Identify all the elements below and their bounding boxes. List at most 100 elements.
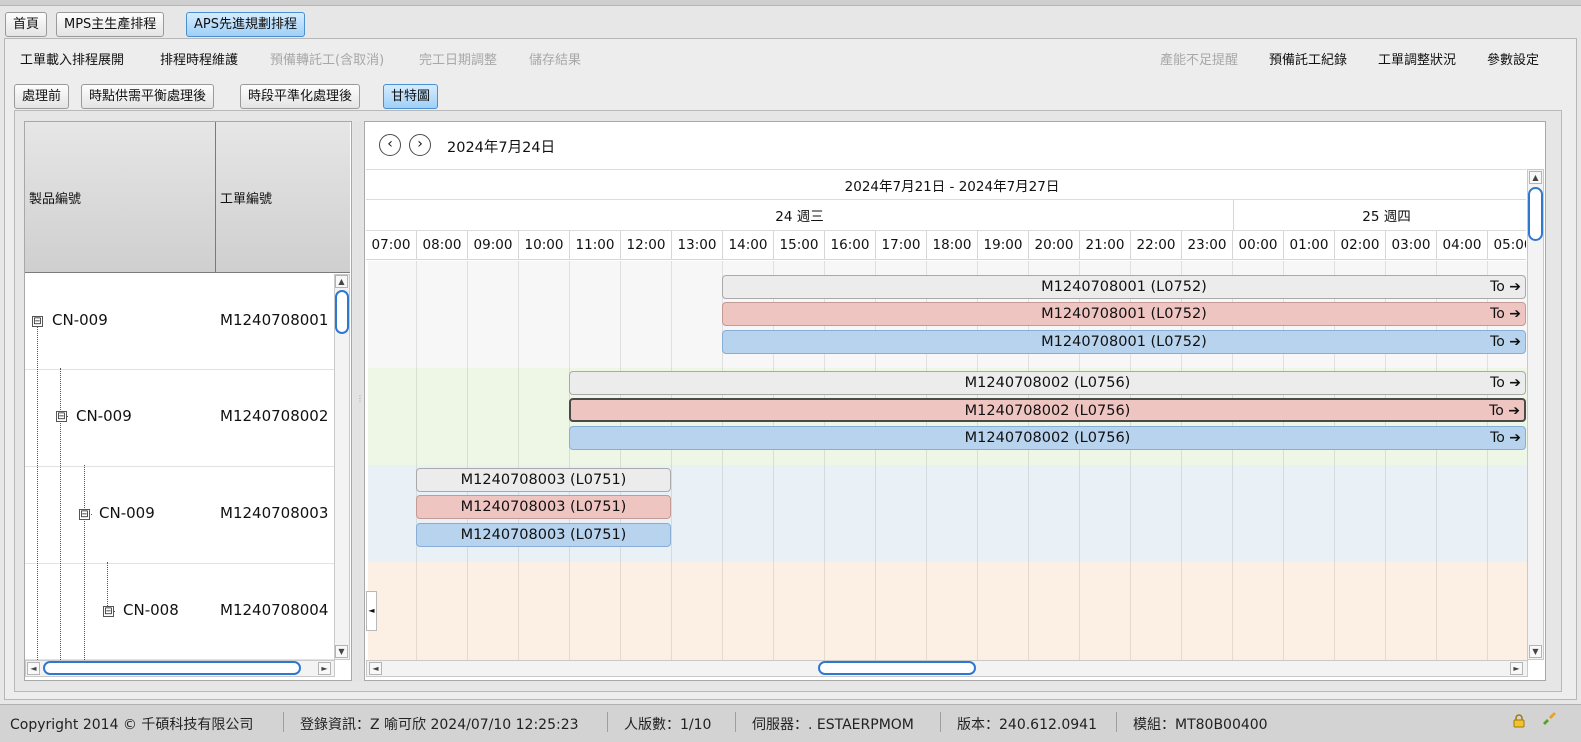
subtab-leveling[interactable]: 時段平準化處理後 [240,84,361,109]
collapse-left-panel-icon[interactable]: ◄ [366,591,377,631]
subtab-before[interactable]: 處理前 [14,84,70,109]
splitter-grip-icon[interactable]: ⋮ [356,394,364,403]
week-range-label: 2024年7月21日 - 2024年7月27日 [844,179,1060,195]
version-info: 版本：240.612.0941 [957,717,1097,733]
header-product-no[interactable]: 製品編號 [29,188,81,207]
copyright-text: Copyright 2014 © 千碩科技有限公司 [10,717,254,733]
module-info: 模組：MT80B00400 [1133,717,1268,733]
capacity-warning-button[interactable]: 產能不足提醒 [1160,52,1238,70]
status-separator [1116,712,1117,732]
product-no-cell: CN-009 [99,504,155,522]
hour-label: 01:00 [1284,231,1335,259]
continues-arrow-icon: To ➔ [1490,306,1521,322]
hour-label: 20:00 [1029,231,1080,259]
status-separator [735,712,736,732]
hour-label: 08:00 [417,231,468,259]
header-work-order-no[interactable]: 工單編號 [220,188,272,207]
hour-label: 12:00 [621,231,672,259]
continues-arrow-icon: To ➔ [1490,430,1521,446]
status-separator [940,712,941,732]
tree-line [37,326,38,660]
task-bar[interactable]: M1240708003 (L0751) [416,523,671,547]
scroll-left-icon[interactable]: ◄ [27,662,40,675]
window-top-strip [0,0,1581,6]
continues-arrow-icon: To ➔ [1490,334,1521,350]
hour-label: 02:00 [1335,231,1386,259]
next-date-icon[interactable]: › [409,134,431,156]
scroll-down-icon[interactable]: ▼ [335,645,348,658]
day-label: 24 週三 [775,209,824,225]
prepare-outsource-button[interactable]: 預備轉託工(含取消) [270,52,384,70]
subtab-gantt[interactable]: 甘特圖 [383,84,439,109]
collapse-icon[interactable]: ⊟ [103,606,114,617]
task-label: M1240708003 (L0751) [460,527,627,543]
task-bar[interactable]: M1240708002 (L0756) To ➔ [569,426,1526,450]
hour-header: 07:00 08:00 09:00 10:00 11:00 12:00 13:0… [366,231,1526,260]
collapse-icon[interactable]: ⊟ [79,509,90,520]
hour-label: 13:00 [672,231,723,259]
task-bar[interactable]: M1240708001 (L0752) To ➔ [722,330,1526,354]
continues-arrow-icon: To ➔ [1490,279,1521,295]
continues-arrow-icon: To ➔ [1490,375,1521,391]
hour-label: 09:00 [468,231,519,259]
hour-label: 10:00 [519,231,570,259]
task-bar-selected[interactable]: M1240708002 (L0756) To ➔ [569,398,1526,422]
login-info: 登錄資訊：Z 喻可欣 2024/07/10 12:25:23 [300,717,579,733]
completion-date-adjust-button[interactable]: 完工日期調整 [419,52,497,70]
collapse-icon[interactable]: ⊟ [56,411,67,422]
previous-date-icon[interactable]: ‹ [379,134,401,156]
task-bar[interactable]: M1240708003 (L0751) [416,468,671,492]
product-no-cell: CN-009 [52,311,108,329]
subtab-balance[interactable]: 時點供需平衡處理後 [81,84,215,109]
task-bar[interactable]: M1240708001 (L0752) To ➔ [722,275,1526,299]
tree-line [84,465,85,660]
workorder-adjust-status-button[interactable]: 工單調整狀況 [1378,52,1456,70]
task-label: M1240708002 (L0756) [964,403,1131,419]
hour-label: 23:00 [1182,231,1233,259]
grid-vscroll-thumb[interactable] [335,290,349,334]
work-order-cell: M1240708001 [220,311,329,329]
parameter-settings-button[interactable]: 參數設定 [1487,52,1539,70]
save-result-button[interactable]: 儲存結果 [529,52,581,70]
hour-label: 22:00 [1131,231,1182,259]
scroll-left-icon[interactable]: ◄ [369,662,382,675]
gantt-vscroll-thumb[interactable] [1528,187,1543,241]
work-order-cell: M1240708003 [220,504,329,522]
task-label: M1240708001 (L0752) [1041,334,1207,350]
scroll-up-icon[interactable]: ▲ [1529,171,1542,184]
scroll-up-icon[interactable]: ▲ [335,275,348,288]
hour-label: 17:00 [876,231,927,259]
schedule-maintenance-button[interactable]: 排程時程維護 [160,52,238,70]
scroll-right-icon[interactable]: ► [1510,662,1523,675]
tab-home[interactable]: 首頁 [5,12,48,37]
task-label: M1240708003 (L0751) [460,499,627,515]
gantt-vertical-scrollbar[interactable] [1527,169,1544,660]
scroll-right-icon[interactable]: ► [318,662,331,675]
plugin-icon[interactable] [1541,711,1557,727]
task-bar[interactable]: M1240708003 (L0751) [416,495,671,519]
hour-label: 00:00 [1233,231,1284,259]
hour-label: 19:00 [978,231,1029,259]
gantt-hscroll-thumb[interactable] [818,661,976,675]
scroll-down-icon[interactable]: ▼ [1529,645,1542,658]
continues-arrow-icon: To ➔ [1489,403,1520,419]
lock-icon[interactable] [1513,713,1525,728]
work-order-cell: M1240708002 [220,407,329,425]
grid-hscroll-thumb[interactable] [43,661,301,675]
grid-header-divider [215,122,216,273]
hour-label: 04:00 [1437,231,1488,259]
load-workorders-button[interactable]: 工單載入排程展開 [20,52,124,70]
hour-label: 16:00 [825,231,876,259]
hour-label: 03:00 [1386,231,1437,259]
hour-label: 05:00 [1488,231,1526,259]
tab-mps[interactable]: MPS主生產排程 [56,12,165,37]
outsource-record-button[interactable]: 預備託工紀錄 [1269,52,1347,70]
collapse-icon[interactable]: ⊟ [32,316,43,327]
task-label: M1240708002 (L0756) [964,430,1131,446]
task-bar[interactable]: M1240708002 (L0756) To ➔ [569,371,1526,395]
task-bar[interactable]: M1240708001 (L0752) To ➔ [722,302,1526,326]
current-date-label: 2024年7月24日 [447,140,556,156]
work-order-cell: M1240708004 [220,601,329,619]
tab-aps[interactable]: APS先進規劃排程 [186,12,305,37]
status-separator [607,712,608,732]
